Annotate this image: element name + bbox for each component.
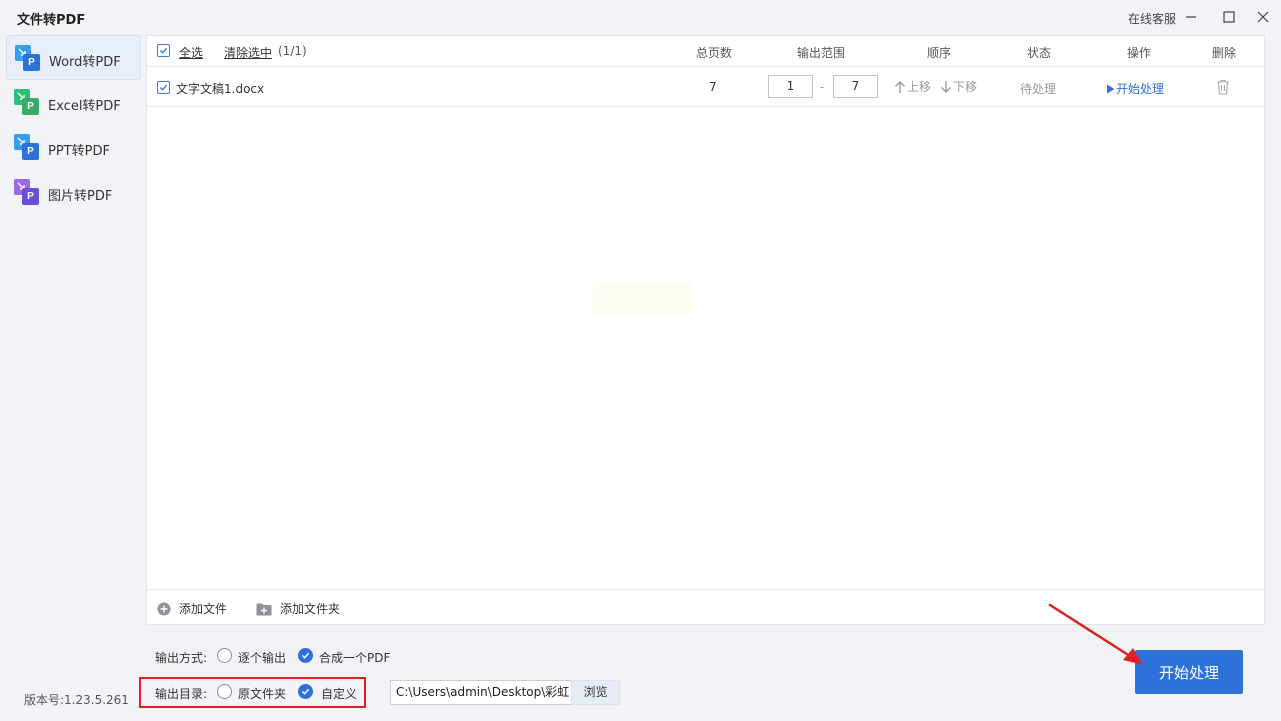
maximize-icon[interactable]: [1216, 4, 1242, 30]
title-bar: 文件转PDF 在线客服: [0, 0, 1281, 34]
sidebar: P Word转PDF P Excel转PDF P PPT转PDF P 图片转PD…: [6, 35, 141, 215]
row-checkbox[interactable]: [157, 81, 170, 94]
row-start-button[interactable]: 开始处理: [1106, 80, 1164, 97]
selection-count: (1/1): [278, 44, 307, 58]
output-path-input[interactable]: C:\Users\admin\Desktop\彩虹: [390, 680, 572, 705]
range-from-input[interactable]: 1: [768, 75, 813, 98]
word-icon: P: [15, 45, 41, 71]
minimize-icon[interactable]: [1178, 4, 1204, 30]
background-highlight: [593, 282, 691, 316]
excel-icon: P: [14, 89, 40, 115]
row-status: 待处理: [1020, 82, 1057, 96]
column-range: 输出范围: [797, 46, 846, 60]
sidebar-item-excel[interactable]: P Excel转PDF: [6, 80, 141, 125]
image-icon: P: [14, 179, 40, 205]
move-up-button[interactable]: 上移: [894, 78, 931, 95]
trash-icon[interactable]: [1216, 79, 1230, 98]
move-down-button[interactable]: 下移: [940, 78, 977, 95]
table-row[interactable]: 文字文稿1.docx 7 1 - 7 上移 下移 待处理 开始处理: [147, 68, 1264, 107]
sidebar-item-label: Excel转PDF: [48, 99, 121, 114]
column-status: 状态: [1027, 46, 1052, 60]
arrow-down-icon: [941, 80, 951, 93]
move-down-label: 下移: [953, 80, 978, 94]
ppt-icon: P: [14, 134, 40, 160]
add-file-button[interactable]: 添加文件: [157, 600, 227, 617]
radio-original-folder-label: 原文件夹: [238, 687, 287, 701]
version-label: 版本号:1.23.5.261: [24, 693, 129, 707]
radio-individual[interactable]: [217, 648, 232, 663]
row-start-label: 开始处理: [1116, 82, 1165, 96]
radio-merge[interactable]: [298, 648, 313, 663]
arrow-up-icon: [895, 80, 905, 93]
add-folder-button[interactable]: 添加文件夹: [256, 600, 340, 617]
range-separator: -: [820, 80, 825, 94]
sidebar-item-label: PPT转PDF: [48, 144, 110, 159]
plus-circle-icon: [157, 602, 171, 615]
radio-original-folder[interactable]: [217, 684, 232, 699]
file-list-panel: 全选 清除选中 (1/1) 总页数 输出范围 顺序 状态 操作 删除 文字文稿1…: [146, 35, 1265, 625]
column-order: 顺序: [927, 46, 952, 60]
total-pages: 7: [709, 80, 717, 94]
app-title: 文件转PDF: [17, 13, 86, 28]
range-to-input[interactable]: 7: [833, 75, 878, 98]
browse-button[interactable]: 浏览: [571, 680, 620, 705]
add-folder-label: 添加文件夹: [280, 602, 341, 616]
column-pages: 总页数: [696, 46, 733, 60]
select-all-checkbox[interactable]: [157, 44, 170, 57]
sidebar-item-image[interactable]: P 图片转PDF: [6, 170, 141, 215]
radio-merge-label: 合成一个PDF: [319, 651, 391, 665]
clear-selection-link[interactable]: 清除选中: [224, 44, 272, 61]
sidebar-item-word[interactable]: P Word转PDF: [6, 35, 141, 80]
radio-individual-label: 逐个输出: [238, 651, 287, 665]
table-header: 全选 清除选中 (1/1) 总页数 输出范围 顺序 状态 操作 删除: [147, 36, 1264, 67]
add-file-label: 添加文件: [179, 602, 228, 616]
move-up-label: 上移: [907, 80, 932, 94]
output-dir-label: 输出目录:: [155, 687, 208, 701]
column-action: 操作: [1127, 46, 1152, 60]
sidebar-item-ppt[interactable]: P PPT转PDF: [6, 125, 141, 170]
output-mode-label: 输出方式:: [155, 651, 208, 665]
radio-custom[interactable]: [298, 684, 313, 699]
sidebar-item-label: Word转PDF: [49, 55, 121, 70]
online-service-link[interactable]: 在线客服: [1128, 10, 1176, 27]
add-folder-icon: [256, 603, 272, 615]
close-icon[interactable]: [1250, 4, 1276, 30]
select-all-link[interactable]: 全选: [179, 44, 203, 61]
file-name: 文字文稿1.docx: [176, 82, 265, 96]
sidebar-item-label: 图片转PDF: [48, 189, 113, 204]
radio-custom-label: 自定义: [321, 687, 358, 701]
column-delete: 删除: [1212, 46, 1237, 60]
annotation-arrow-icon: [1048, 603, 1143, 665]
play-icon: [1107, 84, 1115, 93]
